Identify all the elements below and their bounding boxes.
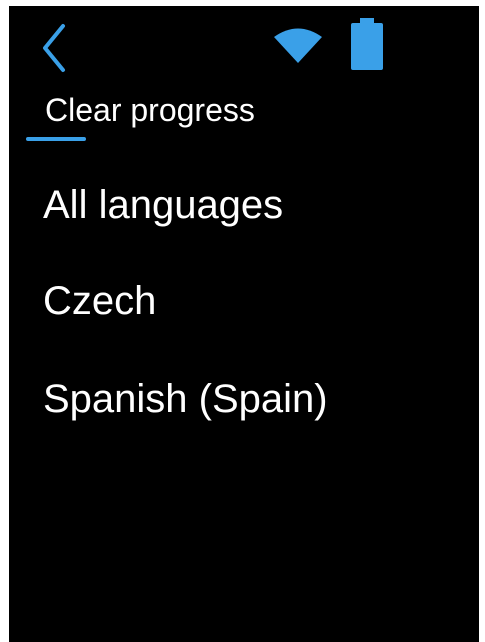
title-underline: [26, 137, 86, 141]
back-button[interactable]: [39, 20, 73, 76]
list-item-label: Czech: [43, 279, 157, 323]
list-item-label: Spanish (Spain): [43, 377, 328, 421]
list-item-all-languages[interactable]: All languages: [9, 166, 479, 250]
list-item-spanish-spain[interactable]: Spanish (Spain): [9, 360, 479, 444]
list-item-czech[interactable]: Czech: [9, 262, 479, 346]
wifi-icon: [273, 26, 323, 64]
battery-icon: [349, 18, 385, 70]
screen: Clear progress All languages Czech Spani…: [9, 6, 479, 642]
chevron-left-icon: [43, 24, 65, 72]
list-item-label: All languages: [43, 183, 284, 227]
page-title: Clear progress: [45, 92, 255, 128]
